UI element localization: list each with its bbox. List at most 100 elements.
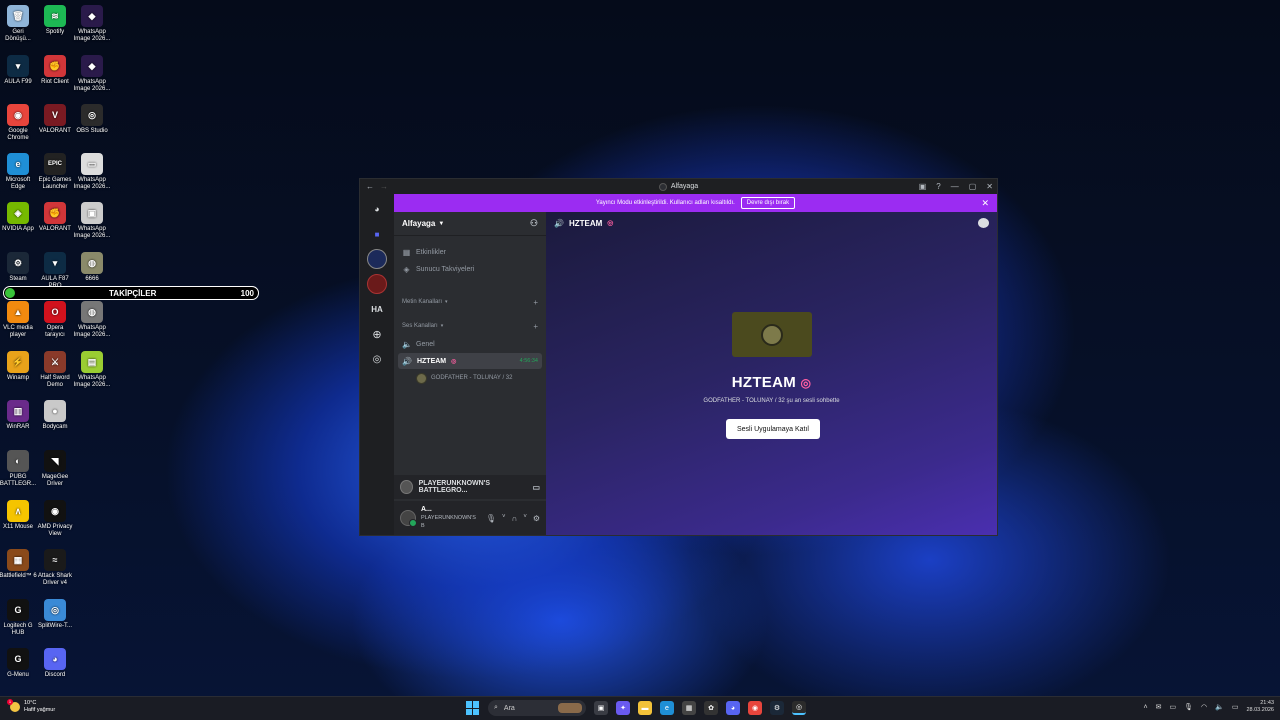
desktop-shortcut[interactable]: ◉ AMD Privacy View: [35, 500, 75, 538]
sidebar-item-events[interactable]: ▦ Etkinlikler: [394, 244, 546, 261]
desktop-shortcut[interactable]: ✊ VALORANT: [35, 202, 75, 233]
server-header[interactable]: Alfayaga ▼ ⚇: [394, 212, 546, 236]
server-icon-alfayaga[interactable]: [367, 249, 387, 269]
desktop-shortcut[interactable]: ◥ MageGee Driver: [35, 450, 75, 488]
aula-icon: ▾: [44, 252, 66, 274]
disable-streamer-mode-button[interactable]: Devre dışı bırak: [740, 197, 796, 209]
desktop-shortcut[interactable]: ◍ 6666: [72, 252, 112, 283]
desktop-shortcut[interactable]: ⚡ Winamp: [0, 351, 38, 382]
pubg-icon: ◐: [7, 450, 29, 472]
desktop-shortcut[interactable]: ▤ WhatsApp Image 2026...: [72, 351, 112, 389]
copilot-icon[interactable]: ✦: [616, 701, 630, 715]
desktop-shortcut[interactable]: ⚔ Half Sword Demo: [35, 351, 75, 389]
folder-icon[interactable]: ■: [367, 224, 387, 244]
text-channels-category[interactable]: Metin Kanalları ▾ +: [394, 292, 546, 312]
desktop-shortcut[interactable]: ◆ WhatsApp Image 2026...: [72, 5, 112, 43]
clock[interactable]: 21:43 28.03.2026: [1246, 700, 1274, 714]
desktop-shortcut[interactable]: ⚙ Steam: [0, 252, 38, 283]
monitor-icon[interactable]: ▭: [1170, 703, 1177, 711]
mail-icon[interactable]: ✉: [1156, 703, 1162, 711]
desktop-shortcut[interactable]: ◉ Google Chrome: [0, 104, 38, 142]
desktop-shortcut[interactable]: ▲ VLC media player: [0, 301, 38, 339]
desktop-shortcut-label: OBS Studio: [76, 128, 108, 134]
desktop-shortcut[interactable]: ▾ AULA F99: [0, 55, 38, 86]
chrome-icon: ◉: [7, 104, 29, 126]
obs-icon[interactable]: ◎: [792, 701, 806, 715]
chevron-down-icon[interactable]: ˅: [523, 514, 527, 523]
desktop-shortcut[interactable]: ≋ Spotify: [35, 5, 75, 36]
desktop-shortcut[interactable]: ◆ WhatsApp Image 2026...: [72, 55, 112, 93]
discord-icon[interactable]: ◕: [726, 701, 740, 715]
microphone-icon[interactable]: 🎙: [1184, 703, 1193, 711]
minimize-icon[interactable]: —: [951, 182, 959, 191]
chevron-up-icon[interactable]: ˄: [1144, 704, 1148, 711]
user-controls: 🎙 ˅ ∩ ˅ ⚙: [486, 514, 540, 523]
join-voice-button[interactable]: Sesli Uygulamaya Katıl: [726, 419, 820, 439]
desktop-shortcut[interactable]: ◐ PUBG BATTLEGR...: [0, 450, 38, 488]
add-server-icon[interactable]: ⊕: [367, 324, 387, 344]
chrome-icon[interactable]: ◉: [748, 701, 762, 715]
desktop-shortcut[interactable]: O Opera tarayıcı: [35, 301, 75, 339]
desktop-shortcut[interactable]: ▥ WinRAR: [0, 400, 38, 431]
desktop-shortcut-label: WhatsApp Image 2026...: [73, 226, 111, 239]
maximize-icon[interactable]: ▢: [969, 182, 977, 191]
voice-user[interactable]: GODFATHER - TOLUNAY / 32: [394, 370, 546, 386]
desktop-shortcut[interactable]: ▣ WhatsApp Image 2026...: [72, 202, 112, 240]
voice-channels-category[interactable]: Ses Kanalları ▾ +: [394, 316, 546, 336]
server-icon-red[interactable]: [367, 274, 387, 294]
windows-start-icon[interactable]: [466, 701, 480, 715]
avatar[interactable]: [400, 510, 417, 527]
close-icon[interactable]: ✕: [986, 182, 993, 191]
help-icon[interactable]: ?: [936, 182, 940, 191]
voice-channel-genel[interactable]: 🔈 Genel: [394, 336, 546, 353]
desktop-shortcut[interactable]: G Logitech G HUB: [0, 599, 38, 637]
screen-share-icon[interactable]: ▭: [532, 483, 540, 492]
microphone-icon[interactable]: 🎙: [486, 514, 496, 523]
chatgpt-icon[interactable]: ✿: [704, 701, 718, 715]
desktop-shortcut[interactable]: ◕ Discord: [35, 648, 75, 679]
discord-home-icon[interactable]: ◕: [367, 199, 387, 219]
desktop-shortcut[interactable]: ▾AULA F87 PRO: [35, 252, 75, 290]
desktop-shortcut[interactable]: EPIC Epic Games Launcher: [35, 153, 75, 191]
banner-close-icon[interactable]: ✕: [981, 198, 989, 209]
desktop-shortcut[interactable]: ✊ Riot Client: [35, 55, 75, 86]
desktop-shortcut[interactable]: 🗑 Geri Dönüşü...: [0, 5, 38, 43]
add-channel-icon[interactable]: +: [533, 322, 538, 331]
add-channel-icon[interactable]: +: [533, 298, 538, 307]
desktop-shortcut[interactable]: ∧ X11 Mouse: [0, 500, 38, 531]
taskbar-search[interactable]: ⌕ Ara: [488, 700, 586, 716]
edge-icon[interactable]: e: [660, 701, 674, 715]
desktop-shortcut[interactable]: ◎ OBS Studio: [72, 104, 112, 135]
voice-channel-hzteam[interactable]: 🔊 HZTEAM ◎ 4:56:34: [398, 353, 542, 369]
server-icon-ha[interactable]: HA: [367, 299, 387, 319]
desktop-shortcut[interactable]: G G-Menu: [0, 648, 38, 679]
battery-icon[interactable]: ▭: [1232, 703, 1239, 711]
invite-people-icon[interactable]: ⚇: [530, 218, 538, 229]
user-info[interactable]: A... PLAYERUNKNOWN'S B: [421, 506, 481, 530]
weather-widget[interactable]: 10°C Hafif yağmur: [7, 699, 55, 714]
steam-icon[interactable]: ⚙: [770, 701, 784, 715]
desktop-shortcut[interactable]: ◈ NVIDIA App: [0, 202, 38, 233]
desktop-shortcut[interactable]: ▭ WhatsApp Image 2026...: [72, 153, 112, 191]
volume-icon[interactable]: 🔈: [1215, 703, 1224, 711]
desktop-shortcut[interactable]: ◎ SplitWire-T...: [35, 599, 75, 630]
chat-bubble-icon[interactable]: [978, 218, 989, 228]
desktop-shortcut[interactable]: V VALORANT: [35, 104, 75, 135]
task-view-icon[interactable]: ▣: [594, 701, 608, 715]
store-icon[interactable]: ▦: [682, 701, 696, 715]
sidebar-item-boosts[interactable]: ◈ Sunucu Takviyeleri: [394, 261, 546, 278]
desktop-shortcut[interactable]: ◍ WhatsApp Image 2026...: [72, 301, 112, 339]
settings-gear-icon[interactable]: ⚙: [533, 514, 540, 523]
activity-panel[interactable]: PLAYERUNKNOWN'S BATTLEGRO... ▭: [394, 475, 546, 499]
desktop-shortcut[interactable]: ▦ Battlefield™ 6: [0, 549, 38, 580]
desktop-shortcut[interactable]: ≈ Attack Shark Driver v4: [35, 549, 75, 587]
headphones-icon[interactable]: ∩: [512, 514, 518, 523]
inbox-icon[interactable]: ▣: [919, 182, 927, 191]
file-explorer-icon[interactable]: ▬: [638, 701, 652, 715]
desktop-shortcut[interactable]: ● Bodycam: [35, 400, 75, 431]
wifi-icon[interactable]: ◠: [1201, 703, 1207, 711]
desktop-shortcut[interactable]: e Microsoft Edge: [0, 153, 38, 191]
discover-icon[interactable]: ◎: [367, 349, 387, 369]
chevron-down-icon[interactable]: ˅: [502, 514, 506, 523]
desktop-shortcut-label: Half Sword Demo: [40, 375, 70, 388]
